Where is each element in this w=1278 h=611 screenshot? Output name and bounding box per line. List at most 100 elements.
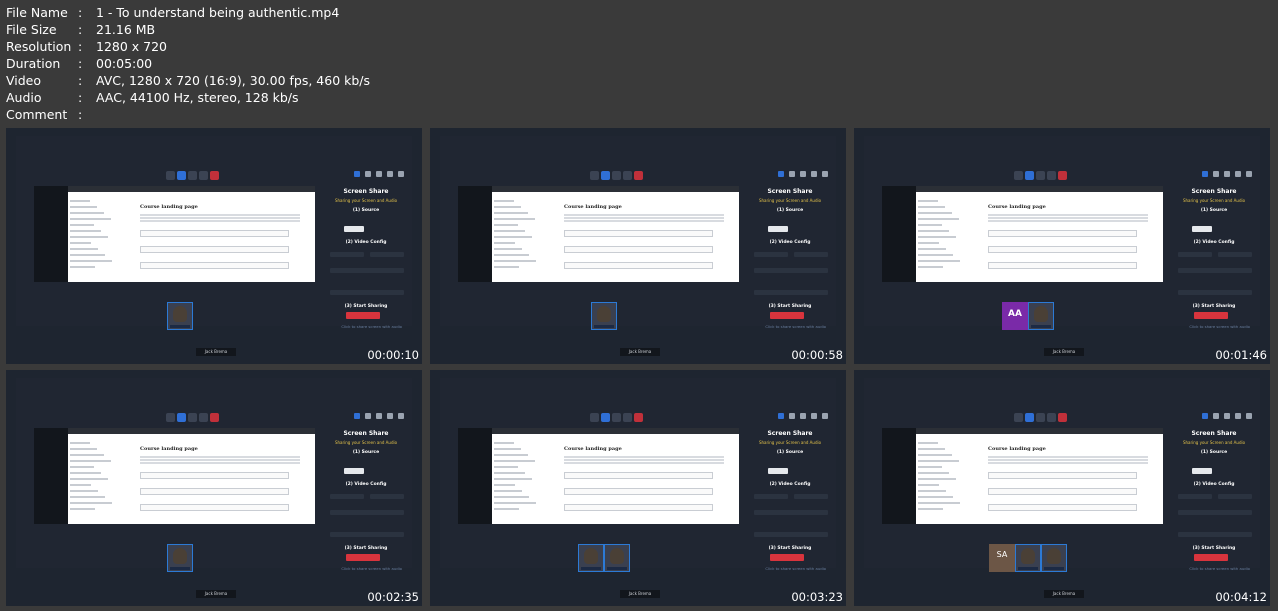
config-field[interactable] [794,494,828,499]
config-field[interactable] [754,510,828,515]
stop-sharing-button[interactable] [1194,312,1228,319]
panel-icon [1213,413,1219,419]
video-thumbnail[interactable]: Course landing page Screen Share Sharing y… [854,370,1270,606]
shared-document: Course landing page [68,428,315,524]
config-field[interactable] [330,252,364,257]
participant-video[interactable] [1028,302,1054,330]
config-field[interactable] [754,290,828,295]
audio-link[interactable]: Click to share screen with audio [765,324,826,329]
toolbar-icon [601,171,610,180]
participant-avatar[interactable]: SA [989,544,1015,572]
screen-share-panel: Screen Share Sharing your Screen and Audi… [326,428,406,578]
video-thumbnail[interactable]: Course landing page Screen Share Sharing y… [430,370,846,606]
source-option[interactable] [1192,226,1212,232]
participant-video[interactable] [167,302,193,330]
info-key: Duration [6,56,61,71]
participant-video[interactable] [1041,544,1067,572]
source-option[interactable] [344,468,364,474]
video-thumbnail[interactable]: Course landing page Screen Share Sharing y… [6,370,422,606]
panel-icon [387,171,393,177]
toolbar-icon [177,413,186,422]
call-toolbar [1014,413,1067,425]
panel-section-heading: (3) Start Sharing [768,304,812,309]
config-field[interactable] [754,268,828,273]
call-toolbar [166,171,219,183]
toolbar-icon [1047,171,1056,180]
panel-section-heading: (1) Source [352,450,380,455]
info-separator: : [78,73,83,88]
participant-face [173,306,187,322]
config-field[interactable] [1178,252,1212,257]
video-thumbnail[interactable]: Course landing page Screen Share Sharing y… [854,128,1270,364]
participant-video[interactable] [578,544,604,572]
info-key: Resolution [6,39,72,54]
participant-tag [170,325,190,328]
config-field[interactable] [330,510,404,515]
participant-avatar[interactable]: AA [1002,302,1028,330]
audio-link[interactable]: Click to share screen with audio [1189,566,1250,571]
thumbnail-timestamp: 00:01:46 [1215,348,1267,362]
avatar-initials: AA [1008,309,1022,319]
participant-tag [581,567,601,570]
info-key: Audio [6,90,42,105]
document-input [988,230,1137,237]
audio-link[interactable]: Click to share screen with audio [341,566,402,571]
toolbar-icon [199,413,208,422]
toolbar-icon [1058,171,1067,180]
config-field[interactable] [754,494,788,499]
letterbox [882,186,916,282]
panel-icon [778,413,784,419]
source-option[interactable] [768,468,788,474]
audio-link[interactable]: Click to share screen with audio [765,566,826,571]
speaker-name: Jack Brema [1044,590,1084,598]
audio-link[interactable]: Click to share screen with audio [341,324,402,329]
config-field[interactable] [330,268,404,273]
call-toolbar [166,413,219,425]
config-field[interactable] [754,532,828,537]
stop-sharing-button[interactable] [346,554,380,561]
panel-section-heading: (1) Source [1200,208,1228,213]
document-text-line [564,214,724,216]
video-frame: Course landing page Screen Share Sharing y… [440,378,836,572]
letterbox [458,186,492,282]
source-option[interactable] [1192,468,1212,474]
speaker-name: Jack Brema [620,590,660,598]
participant-tag [1031,325,1051,328]
source-option[interactable] [344,226,364,232]
config-field[interactable] [1178,510,1252,515]
stop-sharing-button[interactable] [770,312,804,319]
source-option[interactable] [768,226,788,232]
config-field[interactable] [1178,494,1212,499]
info-row: Audio: AAC, 44100 Hz, stereo, 128 kb/s [6,89,370,106]
config-field[interactable] [370,494,404,499]
config-field[interactable] [1218,252,1252,257]
stop-sharing-button[interactable] [770,554,804,561]
config-field[interactable] [330,532,404,537]
participant-video[interactable] [167,544,193,572]
config-field[interactable] [754,252,788,257]
toolbar-icon [612,171,621,180]
video-thumbnail[interactable]: Course landing page Screen Share Sharing y… [430,128,846,364]
config-field[interactable] [1218,494,1252,499]
config-field[interactable] [1178,268,1252,273]
participant-video[interactable] [591,302,617,330]
participant-tag [170,567,190,570]
file-info: File Name:1 - To understand being authen… [6,4,370,123]
participant-video[interactable] [604,544,630,572]
config-field[interactable] [330,290,404,295]
config-field[interactable] [794,252,828,257]
config-field[interactable] [370,252,404,257]
toolbar-icon [623,413,632,422]
stop-sharing-button[interactable] [1194,554,1228,561]
config-field[interactable] [330,494,364,499]
speaker-name: Jack Brema [1044,348,1084,356]
config-field[interactable] [1178,290,1252,295]
audio-link[interactable]: Click to share screen with audio [1189,324,1250,329]
document-input [564,472,713,479]
config-field[interactable] [1178,532,1252,537]
participant-video[interactable] [1015,544,1041,572]
info-value: 1 - To understand being authentic.mp4 [96,5,340,20]
panel-section-heading: (2) Video Config [769,240,811,245]
video-thumbnail[interactable]: Course landing page Screen Share Sharing y… [6,128,422,364]
stop-sharing-button[interactable] [346,312,380,319]
